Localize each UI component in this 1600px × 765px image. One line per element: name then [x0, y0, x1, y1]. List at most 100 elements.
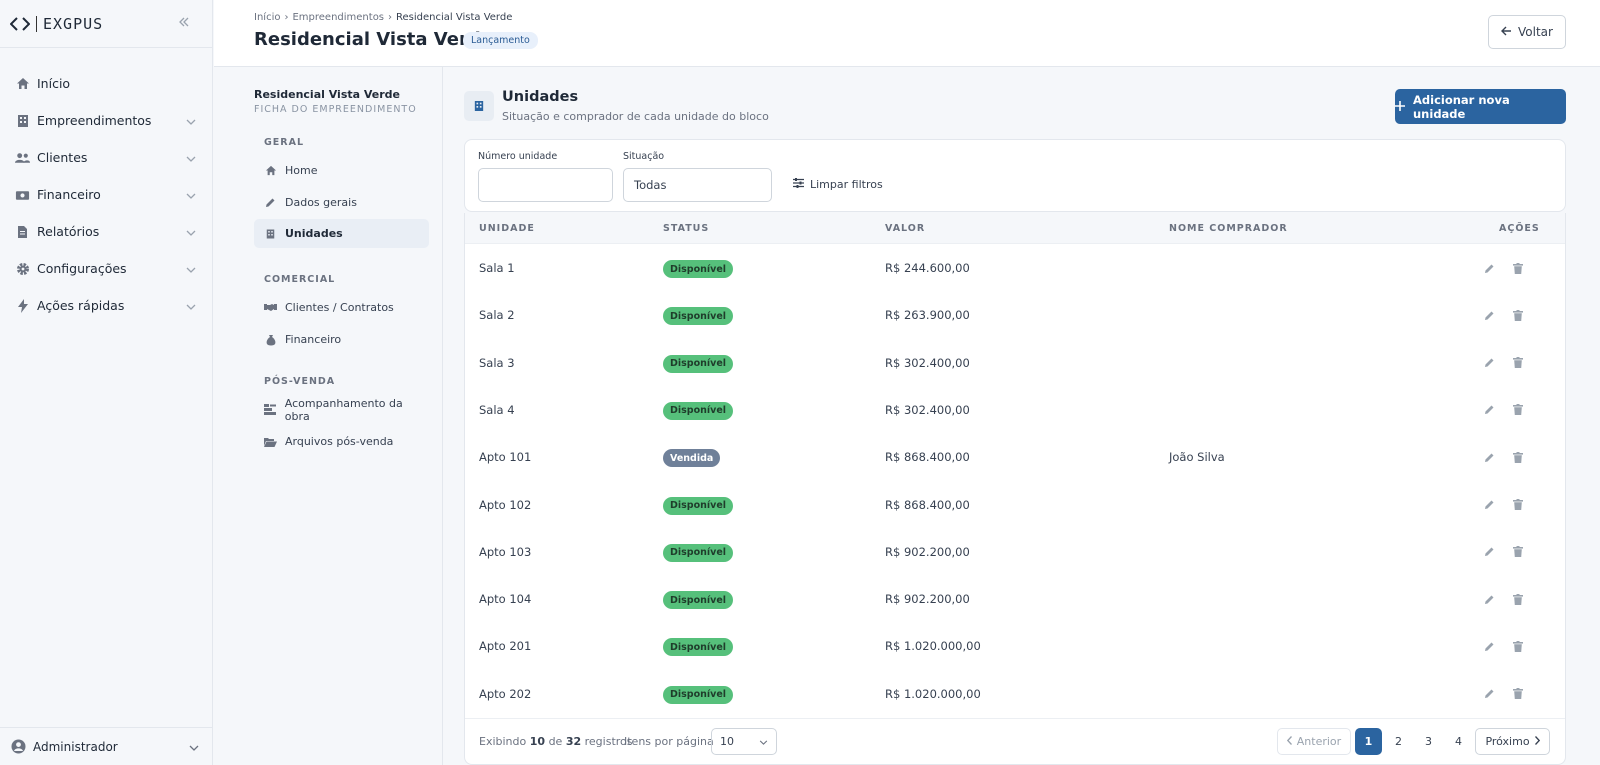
- unit-value: R$ 868.400,00: [885, 450, 970, 465]
- subnav-item-dados-gerais[interactable]: Dados gerais: [254, 188, 429, 217]
- delete-icon[interactable]: [1511, 308, 1525, 322]
- subnav-item-unidades[interactable]: Unidades: [254, 219, 429, 248]
- breadcrumb-current: Residencial Vista Verde: [396, 12, 513, 23]
- unit-name: Apto 101: [479, 450, 532, 465]
- delete-icon[interactable]: [1511, 403, 1525, 417]
- clear-filters-label: Limpar filtros: [810, 178, 883, 191]
- home-icon: [264, 164, 277, 177]
- per-page-select[interactable]: 10: [711, 728, 777, 755]
- edit-icon[interactable]: [1482, 687, 1496, 701]
- back-button[interactable]: Voltar: [1488, 15, 1566, 49]
- column-header-unidade: UNIDADE: [479, 223, 535, 234]
- situation-label: Situação: [623, 151, 665, 162]
- edit-icon[interactable]: [1482, 450, 1496, 464]
- table-row: Apto 102 Disponível R$ 868.400,00: [465, 482, 1565, 529]
- nav-item-empreendimentos[interactable]: Empreendimentos: [0, 102, 212, 139]
- status-badge: Disponível: [663, 543, 734, 562]
- buyer-name: João Silva: [1169, 450, 1225, 465]
- nav-item-acoes-rapidas[interactable]: Ações rápidas: [0, 287, 212, 324]
- subnav-item-arquivos-pos-venda[interactable]: Arquivos pós-venda: [254, 427, 429, 456]
- report-icon: [15, 224, 30, 239]
- edit-icon[interactable]: [1482, 498, 1496, 512]
- status-badge: Disponível: [663, 685, 734, 704]
- logo-code-icon: [10, 14, 32, 34]
- delete-icon[interactable]: [1511, 356, 1525, 370]
- unit-name: Sala 4: [479, 402, 515, 417]
- status-badge: Disponível: [663, 591, 734, 610]
- page-button-4[interactable]: 4: [1445, 728, 1472, 755]
- subnav-item-financeiro[interactable]: Financeiro: [254, 325, 429, 354]
- status-badge: Disponível: [663, 401, 734, 420]
- next-page-button[interactable]: Próximo: [1475, 728, 1550, 755]
- user-avatar-icon: [11, 739, 26, 754]
- page-button-1[interactable]: 1: [1355, 728, 1382, 755]
- nav-item-relatorios[interactable]: Relatórios: [0, 213, 212, 250]
- delete-icon[interactable]: [1511, 450, 1525, 464]
- pencil-icon: [264, 196, 277, 209]
- per-page-label: Itens por página: [624, 735, 714, 748]
- subnav-item-acompanhamento-obra[interactable]: Acompanhamento da obra: [254, 395, 429, 424]
- column-header-acoes: AÇÕES: [1499, 223, 1540, 234]
- unit-value: R$ 1.020.000,00: [885, 686, 981, 701]
- delete-icon[interactable]: [1511, 639, 1525, 653]
- breadcrumb-empreendimentos[interactable]: Empreendimentos: [292, 12, 384, 23]
- chevron-down-icon: [186, 187, 196, 202]
- nav-item-inicio[interactable]: Início: [0, 65, 212, 102]
- clear-filters-button[interactable]: Limpar filtros: [793, 178, 883, 191]
- building-icon: [464, 91, 494, 121]
- gear-icon: [15, 261, 30, 276]
- page-button-3[interactable]: 3: [1415, 728, 1442, 755]
- delete-icon[interactable]: [1511, 545, 1525, 559]
- logo-row: EXGPUS: [0, 0, 212, 48]
- delete-icon[interactable]: [1511, 687, 1525, 701]
- edit-icon[interactable]: [1482, 592, 1496, 606]
- nav-item-clientes[interactable]: Clientes: [0, 139, 212, 176]
- records-total: 32: [565, 735, 582, 748]
- status-badge: Disponível: [663, 260, 734, 278]
- nav-item-configuracoes[interactable]: Configurações: [0, 250, 212, 287]
- detail-subnav: Residencial Vista Verde FICHA DO EMPREEN…: [214, 67, 443, 765]
- add-unit-label: Adicionar nova unidade: [1413, 92, 1510, 121]
- section-label-geral: GERAL: [264, 137, 305, 148]
- subnav-label: Clientes / Contratos: [285, 301, 394, 314]
- nav-item-financeiro[interactable]: Financeiro: [0, 176, 212, 213]
- chevron-down-icon: [186, 224, 196, 239]
- table-row: Apto 103 Disponível R$ 902.200,00: [465, 529, 1565, 576]
- back-label: Voltar: [1518, 25, 1553, 39]
- table-row: Sala 1 Disponível R$ 244.600,00: [465, 245, 1565, 292]
- edit-icon[interactable]: [1482, 356, 1496, 370]
- add-unit-button[interactable]: Adicionar nova unidade: [1395, 89, 1566, 124]
- unit-name: Apto 102: [479, 497, 532, 512]
- building-icon: [15, 113, 30, 128]
- user-menu[interactable]: Administrador: [0, 727, 213, 765]
- nav-label: Ações rápidas: [37, 298, 125, 313]
- page-button-2[interactable]: 2: [1385, 728, 1412, 755]
- subnav-item-clientes-contratos[interactable]: Clientes / Contratos: [254, 293, 429, 322]
- edit-icon[interactable]: [1482, 403, 1496, 417]
- table-header: UNIDADE STATUS VALOR NOME COMPRADOR AÇÕE…: [465, 213, 1565, 244]
- subnav-title: Residencial Vista Verde: [254, 88, 401, 101]
- edit-icon[interactable]: [1482, 639, 1496, 653]
- previous-page-button[interactable]: Anterior: [1277, 728, 1351, 755]
- delete-icon[interactable]: [1511, 498, 1525, 512]
- edit-icon[interactable]: [1482, 261, 1496, 275]
- handshake-icon: [264, 301, 277, 314]
- collapse-sidebar-icon[interactable]: [178, 16, 190, 32]
- nav-label: Relatórios: [37, 224, 100, 239]
- unit-name: Apto 103: [479, 544, 532, 559]
- unit-number-input[interactable]: [478, 168, 613, 202]
- delete-icon[interactable]: [1511, 261, 1525, 275]
- unit-name: Apto 104: [479, 592, 532, 607]
- situation-select[interactable]: Todas: [623, 168, 772, 202]
- delete-icon[interactable]: [1511, 592, 1525, 606]
- user-name: Administrador: [33, 739, 118, 754]
- subnav-item-home[interactable]: Home: [254, 156, 429, 185]
- nav-label: Empreendimentos: [37, 113, 152, 128]
- users-icon: [15, 150, 30, 165]
- chevron-right-icon: [1534, 735, 1540, 748]
- edit-icon[interactable]: [1482, 308, 1496, 322]
- status-badge: Disponível: [663, 496, 734, 515]
- edit-icon[interactable]: [1482, 545, 1496, 559]
- records-shown: 10: [529, 735, 546, 748]
- breadcrumb-inicio[interactable]: Início: [254, 12, 280, 23]
